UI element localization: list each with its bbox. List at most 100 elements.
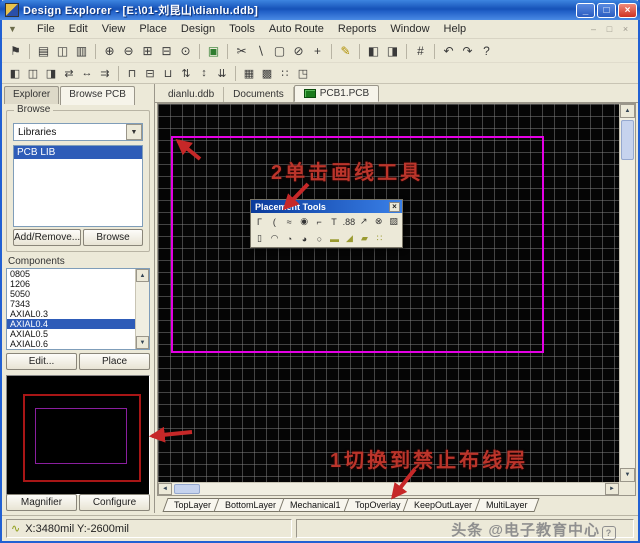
interactive-line-tool-icon[interactable]: ≈ [282,214,297,229]
layer-tab-multilayer[interactable]: MultiLayer [475,498,540,512]
components-list[interactable]: 0805 1206 5050 7343 AXIAL0.3 AXIAL0.4 AX… [6,268,150,350]
layer-tab-topoverlay[interactable]: TopOverlay [343,498,412,512]
zoom-window-icon[interactable]: ⊞ [138,42,157,60]
via-tool-icon[interactable]: ⌐ [312,214,327,229]
list-item-component[interactable]: AXIAL0.5 [7,329,149,339]
cut-icon[interactable]: ✂ [232,42,251,60]
scroll-down-icon[interactable]: ▼ [136,336,149,349]
circle-tool-icon[interactable]: ○ [312,231,327,246]
library-1-icon[interactable]: ◧ [364,42,383,60]
align-right-icon[interactable]: ◨ [42,64,60,82]
menu-file[interactable]: File [30,21,62,37]
horizontal-scroll-thumb[interactable] [174,484,200,494]
redo-icon[interactable]: ↷ [458,42,477,60]
horizontal-scrollbar[interactable]: ◄ ► [158,482,619,495]
scroll-up-icon[interactable]: ▲ [620,104,635,118]
align-left-icon[interactable]: ◧ [6,64,24,82]
space-decrease-v-icon[interactable]: ⇊ [213,64,231,82]
tab-browse-pcb[interactable]: Browse PCB [60,86,135,105]
select-area-icon[interactable]: ▢ [270,42,289,60]
zoom-document-icon[interactable]: ⊟ [157,42,176,60]
highlight-pen-icon[interactable]: ✎ [336,42,355,60]
tab-documents[interactable]: Documents [224,87,294,102]
placement-tools-close-icon[interactable]: × [389,202,400,212]
polygon-plane-tool-icon[interactable]: ◢ [342,231,357,246]
scroll-left-icon[interactable]: ◄ [158,483,172,495]
space-equal-h-icon[interactable]: ↔ [78,64,96,82]
configure-button[interactable]: Configure [79,494,150,511]
chevron-down-icon[interactable]: ▼ [126,124,142,140]
align-h-center-icon[interactable]: ◫ [24,64,42,82]
menu-help[interactable]: Help [437,21,474,37]
menu-auto-route[interactable]: Auto Route [262,21,331,37]
list-item-component[interactable]: 0805 [7,269,149,279]
component-tool-icon[interactable]: ▯ [252,231,267,246]
line-icon[interactable]: ∖ [251,42,270,60]
maximize-button[interactable]: □ [597,3,616,18]
image-icon[interactable]: ▣ [204,42,223,60]
list-item-library[interactable]: PCB LIB [14,146,142,159]
grid-icon[interactable]: # [411,42,430,60]
board-preview[interactable] [6,375,150,495]
help-icon[interactable]: ? [477,42,496,60]
menu-design[interactable]: Design [174,21,222,37]
paste-array-tool-icon[interactable]: ∷ [372,231,387,246]
dimension-tool-icon[interactable]: ↗ [356,214,371,229]
menu-view[interactable]: View [95,21,133,37]
pcb-canvas[interactable]: 2单击画线工具 1切换到禁止布线层 Placement Tools × Γ ( … [158,104,619,482]
mdi-minimize-button[interactable]: – [587,24,600,34]
scroll-right-icon[interactable]: ► [605,483,619,495]
fill-hatch-tool-icon[interactable]: ▨ [386,214,401,229]
library-2-icon[interactable]: ◨ [383,42,402,60]
scroll-down-icon[interactable]: ▼ [620,468,635,482]
coordinate-tool-icon[interactable]: .88 [341,214,356,229]
menu-window[interactable]: Window [383,21,436,37]
room-tool-icon[interactable]: ⊗ [371,214,386,229]
menu-edit[interactable]: Edit [62,21,95,37]
list-item-component-selected[interactable]: AXIAL0.4 [7,319,149,329]
string-tool-icon[interactable]: T [327,214,342,229]
move-to-grid-icon[interactable]: ∷ [276,64,294,82]
close-button[interactable]: × [618,3,637,18]
menu-reports[interactable]: Reports [331,21,384,37]
vertical-scrollbar[interactable]: ▲ ▼ [619,104,635,482]
space-equal-v-icon[interactable]: ↕ [195,64,213,82]
rect-fill-tool-icon[interactable]: ▬ [327,231,342,246]
arc-angle-tool-icon[interactable]: ◕ [297,231,312,246]
print-icon[interactable]: ▥ [72,42,91,60]
list-item-component[interactable]: 7343 [7,299,149,309]
vertical-scroll-thumb[interactable] [621,120,634,160]
select-criteria-icon[interactable]: ⚑ [6,42,25,60]
track-tool-icon[interactable]: Γ [252,214,267,229]
place-button[interactable]: Place [79,353,150,370]
split-plane-tool-icon[interactable]: ▰ [357,231,372,246]
magnifier-button[interactable]: Magnifier [6,494,77,511]
arc-edge-tool-icon[interactable]: ( [267,214,282,229]
add-remove-button[interactable]: Add/Remove... [13,229,81,246]
tab-dianlu-ddb[interactable]: dianlu.ddb [159,87,224,102]
space-decrease-h-icon[interactable]: ⇉ [96,64,114,82]
mdi-restore-button[interactable]: □ [603,24,616,34]
scroll-up-icon[interactable]: ▲ [136,269,149,282]
library-list[interactable]: PCB LIB [13,145,143,227]
tab-pcb1-pcb[interactable]: PCB1.PCB [294,85,379,102]
distribute-v-icon[interactable]: ⇅ [177,64,195,82]
menu-tools[interactable]: Tools [222,21,262,37]
minimize-button[interactable]: _ [576,3,595,18]
align-v-center-icon[interactable]: ⊟ [141,64,159,82]
menu-place[interactable]: Place [132,21,174,37]
list-item-component[interactable]: AXIAL0.6 [7,339,149,349]
browse-button[interactable]: Browse [83,229,143,246]
mdi-close-button[interactable]: × [619,24,632,34]
list-item-component[interactable]: 5050 [7,289,149,299]
zoom-out-icon[interactable]: ⊖ [119,42,138,60]
move-icon[interactable]: + [308,42,327,60]
arrange-components-icon[interactable]: ▦ [240,64,258,82]
zoom-point-icon[interactable]: ⊙ [176,42,195,60]
distribute-h-icon[interactable]: ⇄ [60,64,78,82]
tab-explorer[interactable]: Explorer [4,86,59,104]
placement-tools-titlebar[interactable]: Placement Tools × [251,200,402,213]
align-top-icon[interactable]: ⊓ [123,64,141,82]
pad-tool-icon[interactable]: ◉ [297,214,312,229]
layer-tab-mechanical1[interactable]: Mechanical1 [279,498,353,512]
